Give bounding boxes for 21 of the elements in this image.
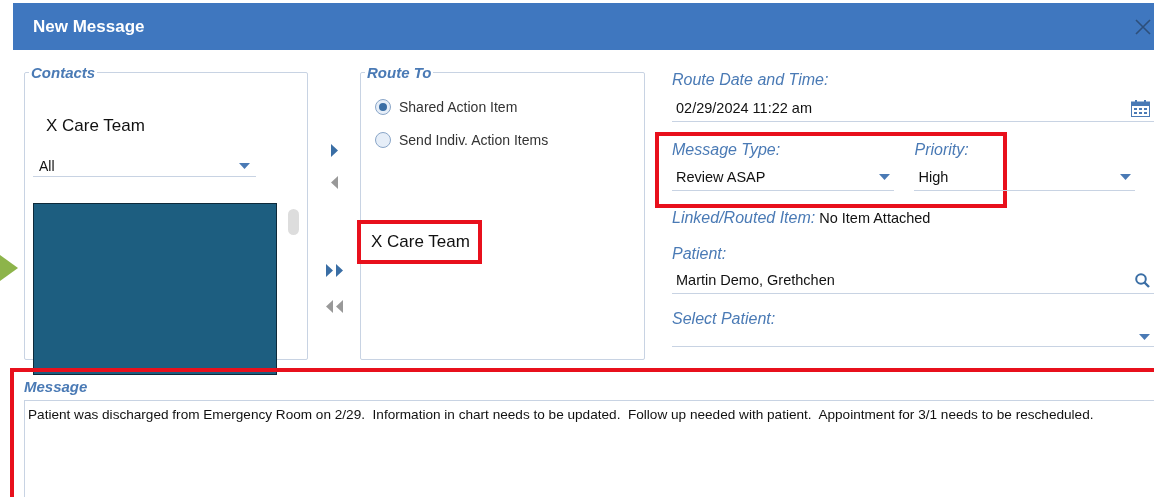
message-field[interactable]: Patient was discharged from Emergency Room on 2/29. Information in chart needs to be updated. Follow up needed with patient. Appointment for 3/1 needs to be rescheduled. [24, 400, 1154, 497]
panel-legend: Route To [365, 64, 434, 81]
field-label: Message Type: [672, 141, 782, 159]
field-label: Patient: [672, 245, 728, 263]
field-label: Route Date and Time: [672, 71, 830, 89]
priority-dropdown[interactable]: High [914, 164, 1135, 191]
field-label: Select Patient: [672, 310, 777, 328]
radio-label[interactable]: Send Indiv. Action Items [399, 132, 549, 148]
field-label: Priority: [914, 141, 970, 159]
panel-legend: Contacts [29, 64, 98, 81]
linked-item-value: No Item Attached [819, 210, 931, 226]
field-label: Linked/Routed Item: [672, 209, 816, 227]
radio-label[interactable]: Shared Action Item [399, 99, 518, 115]
recipient-item[interactable]: X Care Team [357, 220, 482, 264]
team-name: X Care Team [46, 116, 145, 136]
patient-field[interactable]: Martin Demo, Grethchen [672, 267, 1154, 294]
panel-legend: Message [24, 378, 88, 395]
filter-dropdown[interactable]: All [33, 155, 256, 177]
window-title: New Message [32, 16, 145, 37]
date-field[interactable]: 02/29/2024 11:22 am [672, 95, 1154, 122]
message-type-dropdown[interactable]: Review ASAP [672, 164, 895, 191]
